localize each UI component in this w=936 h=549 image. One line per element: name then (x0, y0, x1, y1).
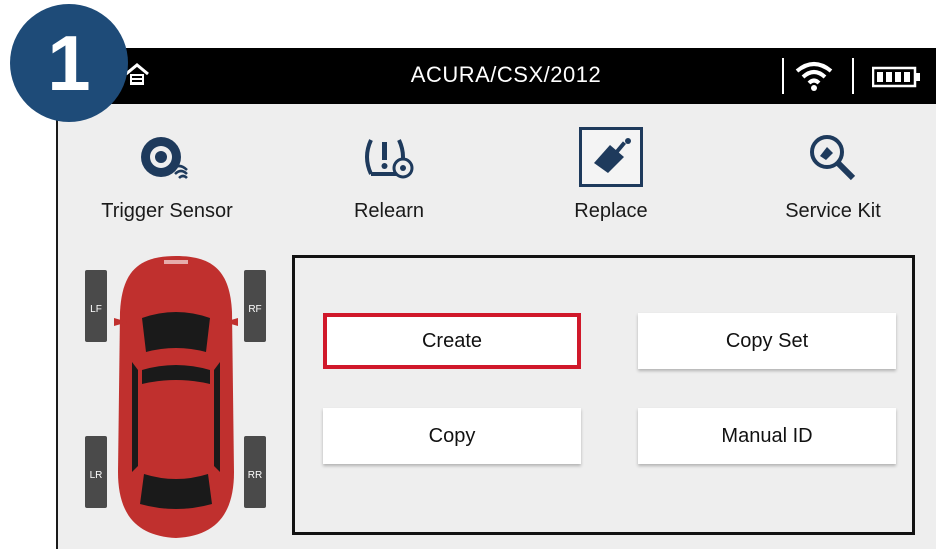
service-kit-label: Service Kit (785, 200, 881, 222)
top-status-bar: ACURA/CSX/2012 (56, 48, 936, 104)
copy-button[interactable]: Copy (323, 408, 581, 464)
replace-icon-frame (501, 127, 721, 187)
wifi-icon (794, 60, 834, 97)
sensor-replace-icon (579, 127, 643, 187)
tire-rf[interactable]: RF (244, 270, 266, 342)
divider (852, 58, 854, 94)
vehicle-title: ACURA/CSX/2012 (410, 62, 602, 87)
service-kit-button[interactable]: Service Kit (723, 128, 936, 223)
relearn-label: Relearn (353, 200, 425, 222)
tire-rr[interactable]: RR (244, 436, 266, 508)
manual-id-button[interactable]: Manual ID (638, 408, 896, 464)
tire-lr[interactable]: LR (85, 436, 107, 508)
copy-set-button[interactable]: Copy Set (638, 313, 896, 369)
replace-label: Replace (574, 200, 648, 222)
create-button[interactable]: Create (323, 313, 581, 369)
app-stage: 1 ACURA/CSX/2012 Trigger Sensor Relearn … (0, 0, 936, 549)
car-top-view-icon (114, 256, 238, 538)
tire-lf[interactable]: LF (85, 270, 107, 342)
magnifier-sensor-icon (723, 128, 936, 186)
replace-options-panel: Create Copy Set Copy Manual ID (292, 255, 915, 535)
trigger-sensor-label: Trigger Sensor (101, 200, 233, 222)
battery-icon (871, 66, 922, 93)
divider (782, 58, 784, 94)
tpms-warning-icon (279, 128, 499, 186)
replace-button[interactable]: Replace (501, 127, 721, 223)
home-icon[interactable] (124, 62, 150, 93)
trigger-sensor-button[interactable]: Trigger Sensor (57, 128, 277, 223)
relearn-button[interactable]: Relearn (279, 128, 499, 223)
tire-sensor-icon (57, 128, 277, 186)
step-number-badge: 1 (10, 4, 128, 122)
